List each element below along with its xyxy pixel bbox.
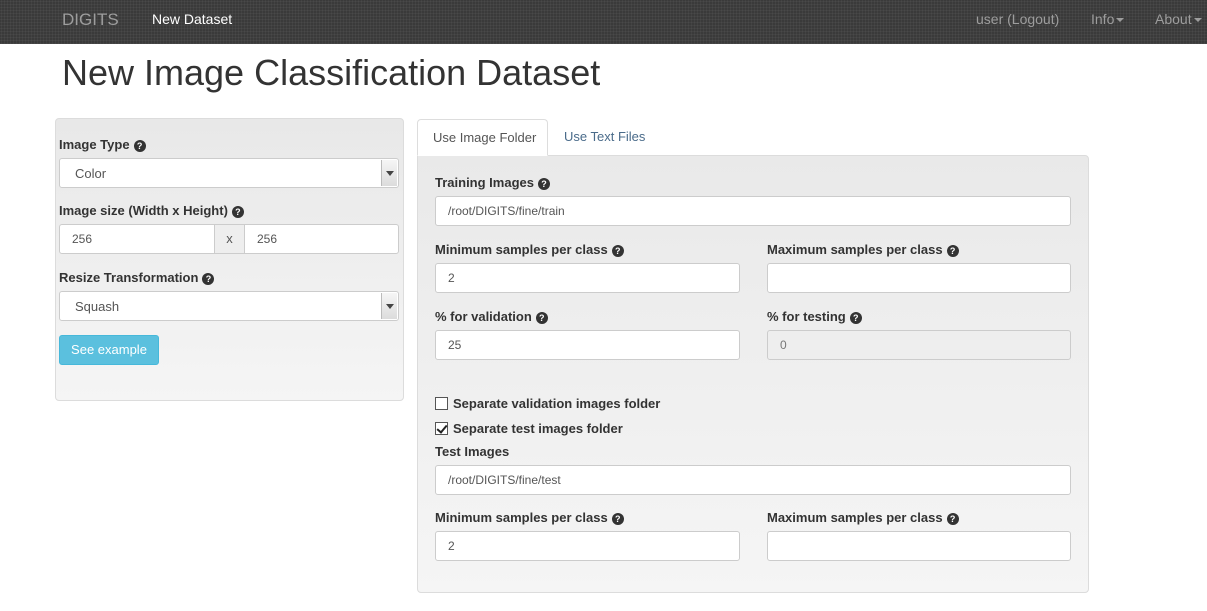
test-max-samples-label: Maximum samples per class? — [767, 510, 959, 525]
help-icon[interactable]: ? — [535, 312, 548, 324]
nav-about-label: About — [1155, 11, 1192, 27]
separate-validation-checkbox-row[interactable]: Separate validation images folder — [435, 396, 660, 411]
pct-validation-input[interactable]: 25 — [435, 330, 740, 360]
top-navbar: DIGITS New Dataset user (Logout) Info Ab… — [0, 0, 1207, 44]
pct-validation-label-text: % for validation — [435, 309, 532, 324]
dropdown-arrow-icon[interactable] — [381, 293, 397, 319]
resize-value: Squash — [75, 299, 120, 314]
help-icon[interactable]: ? — [537, 178, 550, 190]
help-icon[interactable]: ? — [133, 140, 146, 152]
image-type-select[interactable]: Color — [59, 158, 399, 188]
max-samples-input[interactable] — [767, 263, 1071, 293]
image-height-input[interactable]: 256 — [244, 224, 399, 254]
training-images-input[interactable]: /root/DIGITS/fine/train — [435, 196, 1071, 226]
image-size-label-text: Image size (Width x Height) — [59, 203, 228, 218]
nav-info-dropdown[interactable]: Info — [1091, 11, 1125, 27]
help-icon[interactable]: ? — [611, 245, 624, 257]
nav-user-logout[interactable]: user (Logout) — [976, 11, 1059, 27]
resize-label-text: Resize Transformation — [59, 270, 199, 285]
help-icon[interactable]: ? — [849, 312, 862, 324]
checkbox-checked-icon[interactable] — [435, 422, 448, 435]
min-samples-label: Minimum samples per class? — [435, 242, 624, 257]
resize-transformation-label: Resize Transformation? — [59, 270, 215, 285]
separate-test-label: Separate test images folder — [453, 421, 623, 436]
image-type-label: Image Type? — [59, 137, 146, 152]
min-samples-label-text: Minimum samples per class — [435, 242, 608, 257]
nav-about-dropdown[interactable]: About — [1155, 11, 1202, 27]
see-example-button[interactable]: See example — [59, 335, 159, 365]
separate-validation-label: Separate validation images folder — [453, 396, 661, 411]
test-max-samples-label-text: Maximum samples per class — [767, 510, 943, 525]
help-icon[interactable]: ? — [611, 513, 624, 525]
image-width-input[interactable]: 256 — [59, 224, 215, 254]
training-images-label: Training Images? — [435, 175, 550, 190]
min-samples-input[interactable]: 2 — [435, 263, 740, 293]
nav-new-dataset[interactable]: New Dataset — [152, 11, 232, 27]
checkbox-icon[interactable] — [435, 397, 448, 410]
image-type-value: Color — [75, 166, 107, 181]
test-max-samples-input[interactable] — [767, 531, 1071, 561]
training-images-label-text: Training Images — [435, 175, 534, 190]
help-icon[interactable]: ? — [946, 513, 959, 525]
image-type-label-text: Image Type — [59, 137, 130, 152]
caret-down-icon — [1116, 18, 1125, 23]
test-min-samples-label: Minimum samples per class? — [435, 510, 624, 525]
size-separator: x — [214, 224, 245, 254]
help-icon[interactable]: ? — [946, 245, 959, 257]
tab-use-text-files[interactable]: Use Text Files — [549, 119, 660, 156]
help-icon[interactable]: ? — [202, 273, 215, 285]
page-title: New Image Classification Dataset — [62, 52, 601, 93]
max-samples-label: Maximum samples per class? — [767, 242, 959, 257]
pct-validation-label: % for validation? — [435, 309, 548, 324]
resize-transformation-select[interactable]: Squash — [59, 291, 399, 321]
brand-logo[interactable]: DIGITS — [62, 10, 119, 30]
pct-testing-label: % for testing? — [767, 309, 862, 324]
separate-test-checkbox-row[interactable]: Separate test images folder — [435, 421, 623, 436]
test-min-samples-input[interactable]: 2 — [435, 531, 740, 561]
nav-info-label: Info — [1091, 11, 1115, 27]
pct-testing-input: 0 — [767, 330, 1071, 360]
tab-use-image-folder[interactable]: Use Image Folder — [417, 119, 548, 156]
test-images-label: Test Images — [435, 444, 510, 459]
dropdown-arrow-icon[interactable] — [381, 160, 397, 186]
caret-down-icon — [1193, 18, 1202, 23]
test-min-samples-label-text: Minimum samples per class — [435, 510, 608, 525]
max-samples-label-text: Maximum samples per class — [767, 242, 943, 257]
image-size-label: Image size (Width x Height)? — [59, 203, 244, 218]
help-icon[interactable]: ? — [231, 206, 244, 218]
test-images-input[interactable]: /root/DIGITS/fine/test — [435, 465, 1071, 495]
pct-testing-label-text: % for testing — [767, 309, 846, 324]
